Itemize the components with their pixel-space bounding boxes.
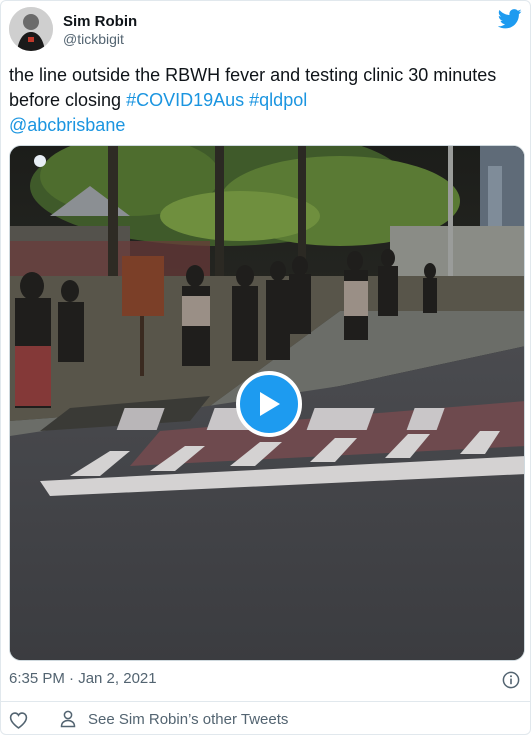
twitter-bird-icon[interactable] (498, 9, 522, 29)
person-icon (60, 710, 76, 728)
hashtag-covid19aus[interactable]: #COVID19Aus (126, 90, 244, 110)
hashtag-qldpol[interactable]: #qldpol (249, 90, 307, 110)
divider (1, 701, 531, 702)
tweet-timestamp[interactable]: 6:35 PM · Jan 2, 2021 (9, 670, 157, 687)
see-other-tweets-link[interactable]: See Sim Robin’s other Tweets (59, 710, 288, 728)
author-name[interactable]: Sim Robin (63, 13, 137, 30)
video-player[interactable] (9, 145, 525, 661)
author-handle[interactable]: @tickbigit (63, 31, 124, 47)
info-icon[interactable] (502, 671, 520, 689)
play-icon (260, 392, 280, 416)
tweet-actions: See Sim Robin’s other Tweets (1, 707, 531, 735)
heart-icon[interactable] (9, 711, 28, 729)
tweet-card: Sim Robin @tickbigit the line outside th… (0, 0, 531, 735)
author-avatar[interactable] (9, 7, 53, 51)
mention-abcbrisbane[interactable]: @abcbrisbane (9, 115, 125, 135)
see-other-tweets-label: See Sim Robin’s other Tweets (88, 710, 289, 728)
tweet-text: the line outside the RBWH fever and test… (9, 63, 521, 138)
play-button[interactable] (236, 371, 302, 437)
tweet-header: Sim Robin @tickbigit (9, 7, 524, 53)
